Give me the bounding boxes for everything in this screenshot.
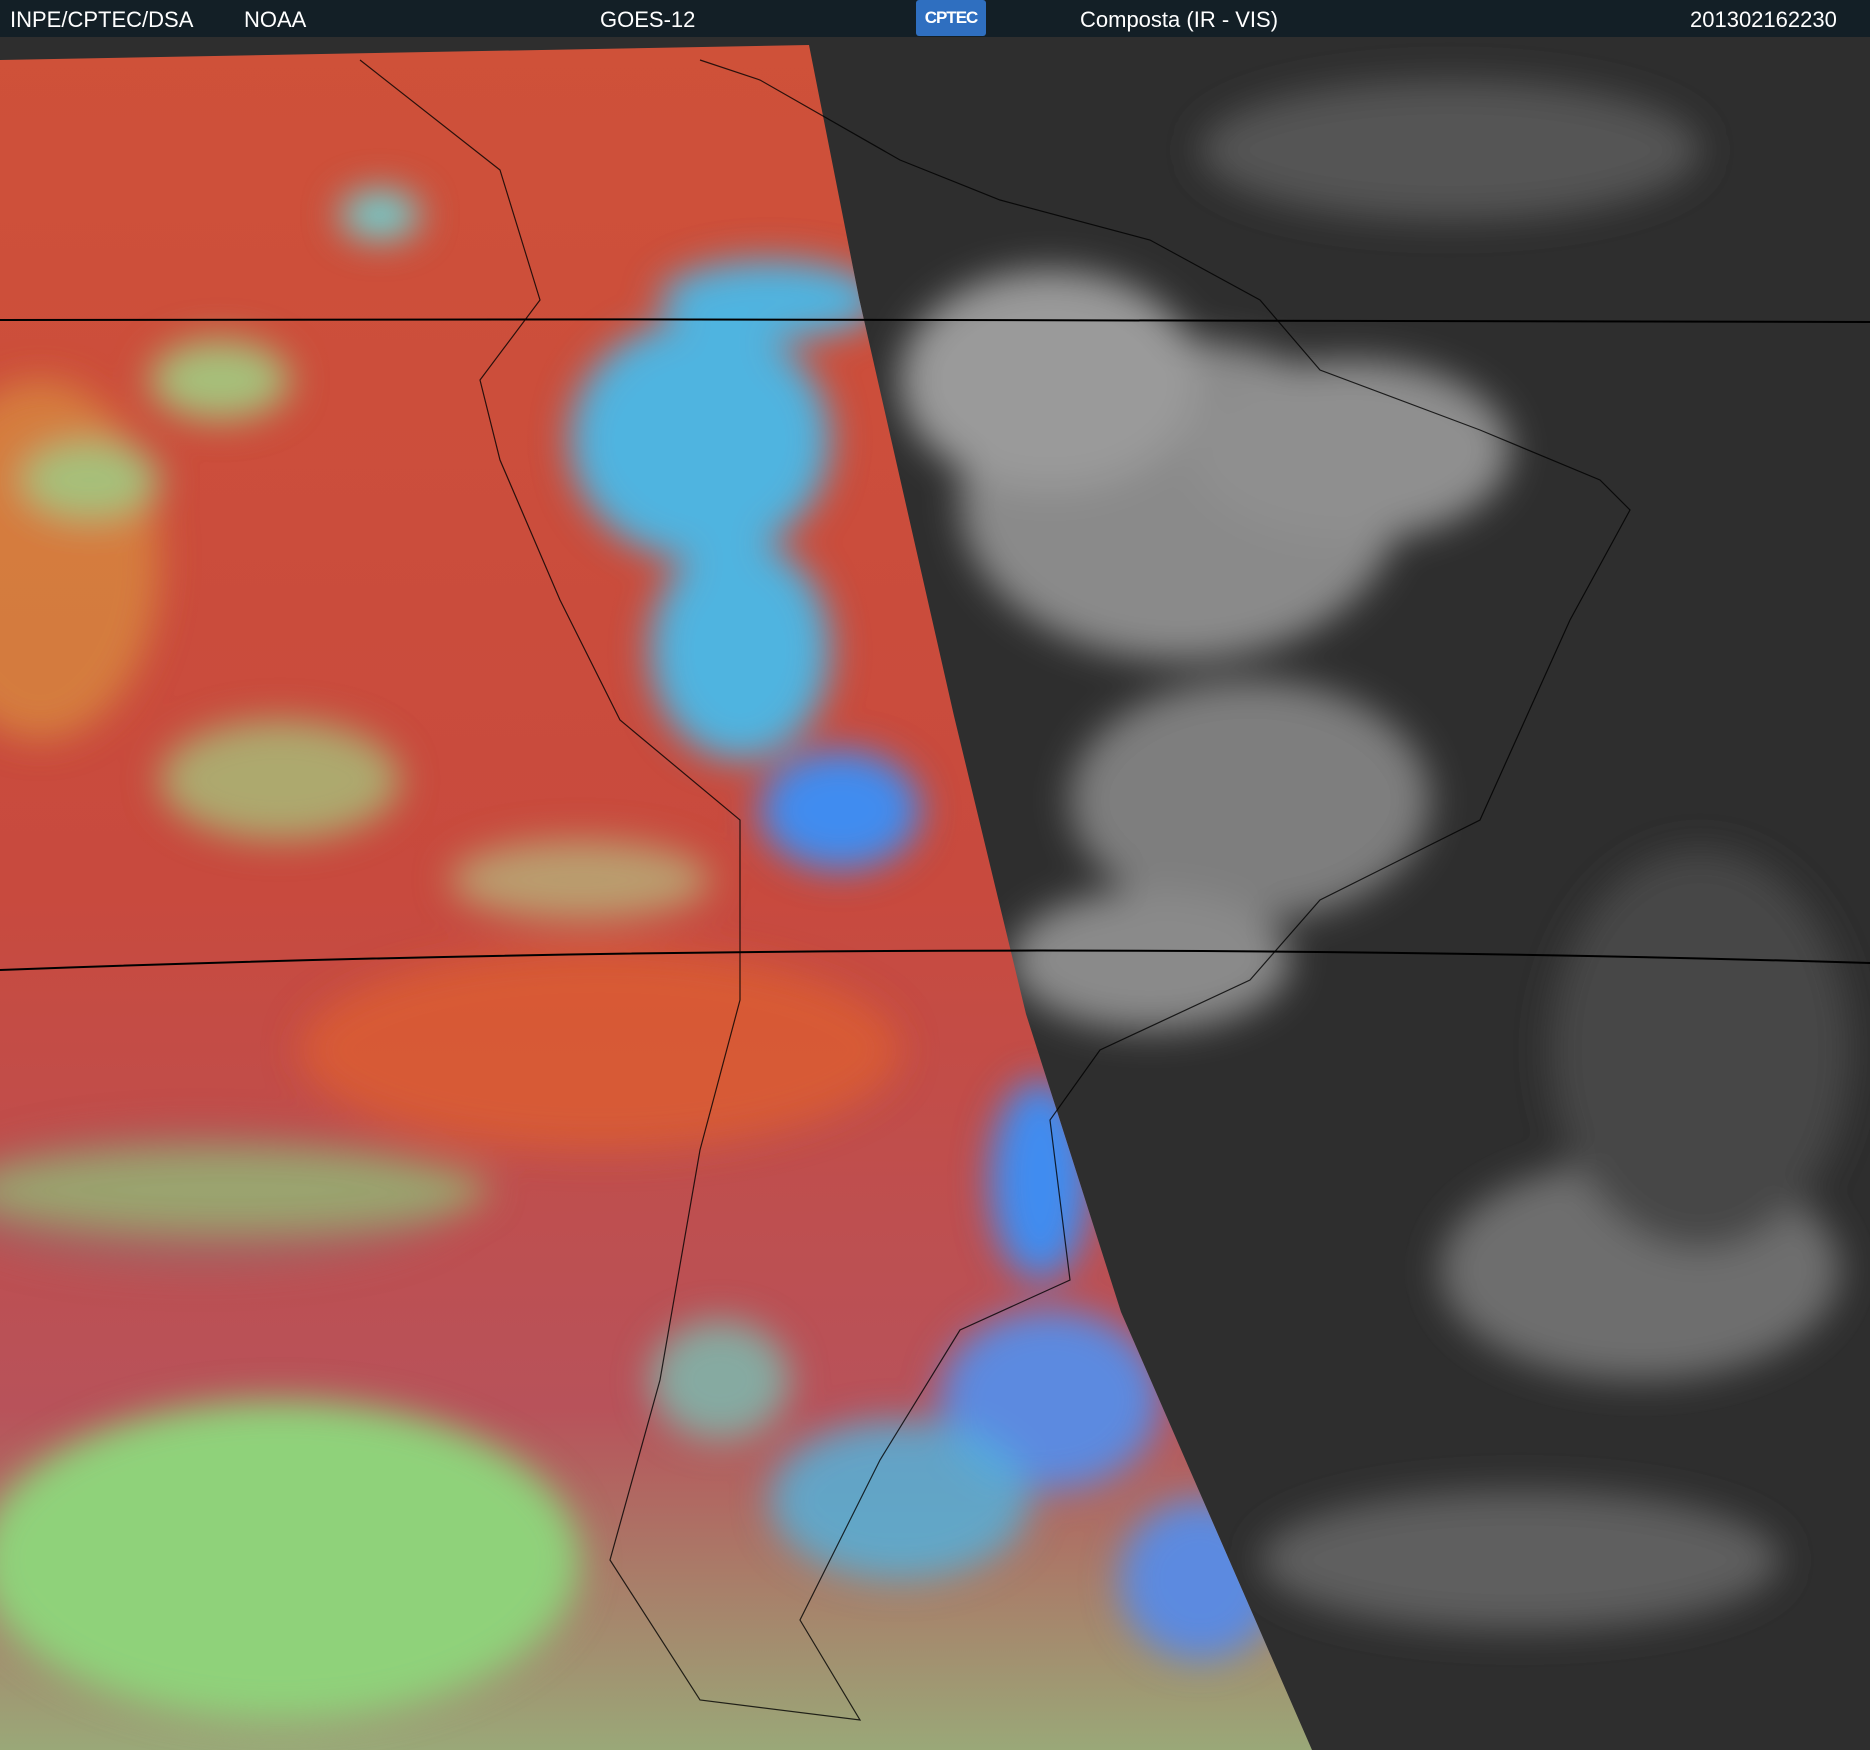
- satellite-viewer: INPE/CPTEC/DSA NOAA GOES-12 CPTEC Compos…: [0, 0, 1870, 1750]
- satellite-label: GOES-12: [600, 7, 696, 32]
- logo-text: CPTEC: [924, 8, 979, 27]
- product-label: Composta (IR - VIS): [1080, 7, 1279, 32]
- satellite-image: [0, 37, 1870, 1750]
- cptec-logo: CPTEC: [916, 0, 986, 36]
- agency-label: NOAA: [244, 7, 307, 32]
- timestamp-label: 201302162230: [1690, 7, 1837, 32]
- institution-label: INPE/CPTEC/DSA: [10, 7, 194, 32]
- header-bar: INPE/CPTEC/DSA NOAA GOES-12 CPTEC Compos…: [0, 0, 1870, 37]
